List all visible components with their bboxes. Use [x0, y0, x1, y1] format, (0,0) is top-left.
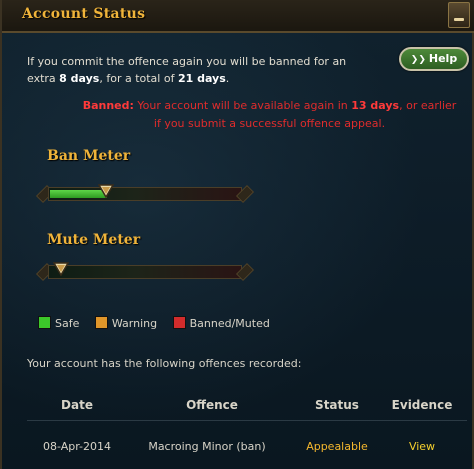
legend-item-banned: Banned/Muted — [172, 316, 270, 330]
message-text-3: . — [225, 72, 230, 85]
total-days: 21 days — [177, 72, 226, 85]
panel-title: Account Status — [22, 6, 146, 22]
offences-intro: Your account has the following offences … — [27, 357, 302, 370]
column-header-status: Status — [315, 398, 359, 412]
column-header-evidence: Evidence — [391, 398, 453, 412]
account-status-panel: Account Status If you commit the offence… — [0, 0, 474, 469]
ban-days-remaining: 13 days — [351, 99, 400, 112]
chevrons-icon: ❯❯ — [410, 55, 426, 65]
offence-date: 08-Apr-2014 — [42, 440, 111, 453]
ban-meter — [36, 179, 254, 209]
help-label: Help — [428, 52, 458, 65]
view-evidence-link[interactable]: View — [377, 440, 467, 453]
legend-label: Safe — [55, 317, 80, 330]
safe-swatch — [38, 316, 51, 329]
legend-label: Warning — [111, 317, 158, 330]
mute-meter — [36, 257, 254, 287]
message-text-2: , for a total of — [99, 72, 178, 85]
appeal-status-link[interactable]: Appealable — [297, 440, 377, 453]
warning-swatch — [94, 316, 108, 329]
mute-meter-track — [48, 262, 242, 279]
ban-meter-pointer-icon — [98, 184, 114, 198]
collapse-button[interactable] — [448, 2, 470, 28]
ban-meter-label: Ban Meter — [47, 148, 131, 164]
column-header-date: Date — [61, 398, 93, 412]
table-row: 08-Apr-2014 Macroing Minor (ban) Appeala… — [27, 432, 467, 462]
offence-name: Macroing Minor (ban) — [148, 440, 266, 453]
legend-item-warning: Warning — [94, 316, 158, 330]
legend-item-safe: Safe — [38, 316, 79, 330]
offences-table-header: Date Offence Status Evidence — [27, 390, 467, 421]
panel-header: Account Status — [2, 0, 474, 33]
legend-label: Banned/Muted — [189, 317, 270, 330]
mute-meter-pointer-icon — [53, 262, 69, 276]
mute-meter-label: Mute Meter — [47, 232, 141, 248]
column-header-offence: Offence — [186, 398, 238, 412]
help-button[interactable]: ❯❯ Help — [399, 47, 469, 71]
meter-legend: Safe Warning Banned/Muted — [38, 316, 282, 330]
extra-days: 8 days — [59, 72, 100, 85]
minus-icon — [454, 18, 464, 21]
ban-notice: Banned: Your account will be available a… — [82, 97, 457, 133]
banned-swatch — [172, 316, 186, 329]
ban-notice-prefix: Banned: — [82, 99, 134, 112]
ban-notice-text: Your account will be available again in — [133, 99, 352, 112]
ban-meter-track — [48, 184, 242, 201]
repeat-offence-message: If you commit the offence again you will… — [27, 53, 377, 87]
